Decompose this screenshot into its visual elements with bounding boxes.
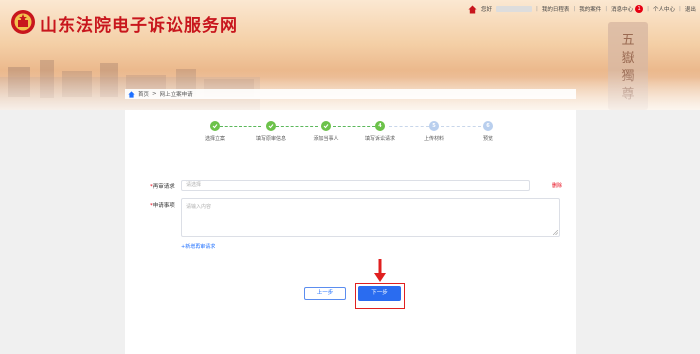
progress-steps: 4 5 6 选择立案 填写原审信息 添加当事人 填写诉讼请求 上传材料 预览	[204, 121, 494, 146]
message-center-link[interactable]: 消息中心	[611, 5, 633, 13]
down-arrow-annotation-icon	[374, 259, 386, 282]
resize-handle-icon[interactable]	[553, 230, 558, 235]
step-label: 添加当事人	[313, 136, 339, 142]
step-4-current-icon: 4	[375, 121, 385, 131]
step-label: 选择立案	[204, 136, 226, 142]
step-5-pending-icon: 5	[429, 121, 439, 131]
application-matter-label: *申请事项	[150, 203, 175, 209]
svg-text:五: 五	[621, 33, 634, 48]
step-label: 预览	[482, 136, 494, 142]
previous-step-button[interactable]: 上一步	[304, 287, 346, 300]
next-step-button[interactable]: 下一步	[358, 286, 401, 301]
logout-link[interactable]: 退出	[685, 5, 696, 13]
breadcrumb-separator: >	[152, 91, 157, 97]
delete-claim-link[interactable]: 删除	[552, 182, 562, 189]
greeting-text: 您好	[481, 7, 493, 13]
retrial-claim-label: *再审请求	[150, 184, 175, 190]
my-cases-link[interactable]: 我的案件	[579, 5, 601, 13]
step-6-pending-icon: 6	[483, 121, 493, 131]
court-emblem-icon	[11, 10, 35, 34]
breadcrumb: 首页 > 网上立案申请	[125, 89, 576, 99]
step-3-complete-icon	[321, 121, 331, 131]
application-matter-textarea[interactable]: 请输入内容	[181, 198, 560, 237]
step-2-complete-icon	[266, 121, 276, 131]
personal-center-link[interactable]: 个人中心	[653, 5, 675, 13]
svg-text:嶽: 嶽	[621, 51, 634, 66]
home-icon[interactable]	[468, 4, 477, 14]
step-label: 填写原审信息	[255, 136, 287, 142]
retrial-claim-select[interactable]: 请选择	[181, 180, 530, 191]
home-icon	[128, 90, 135, 98]
breadcrumb-home[interactable]: 首页	[138, 90, 149, 98]
step-label: 填写诉讼请求	[364, 136, 396, 142]
schedule-link[interactable]: 我的日程表	[542, 5, 570, 13]
step-label: 上传材料	[423, 136, 445, 142]
message-count-badge: 1	[635, 5, 644, 13]
add-retrial-claim-link[interactable]: +新增再审请求	[181, 243, 215, 250]
top-navigation: 您好 | 我的日程表 | 我的案件 | 消息中心 1 | 个人中心 | 退出	[468, 3, 696, 15]
site-title: 山东法院电子诉讼服务网	[40, 16, 238, 36]
breadcrumb-current: 网上立案申请	[159, 92, 193, 98]
user-name-redacted	[496, 6, 533, 12]
step-1-complete-icon	[210, 121, 220, 131]
